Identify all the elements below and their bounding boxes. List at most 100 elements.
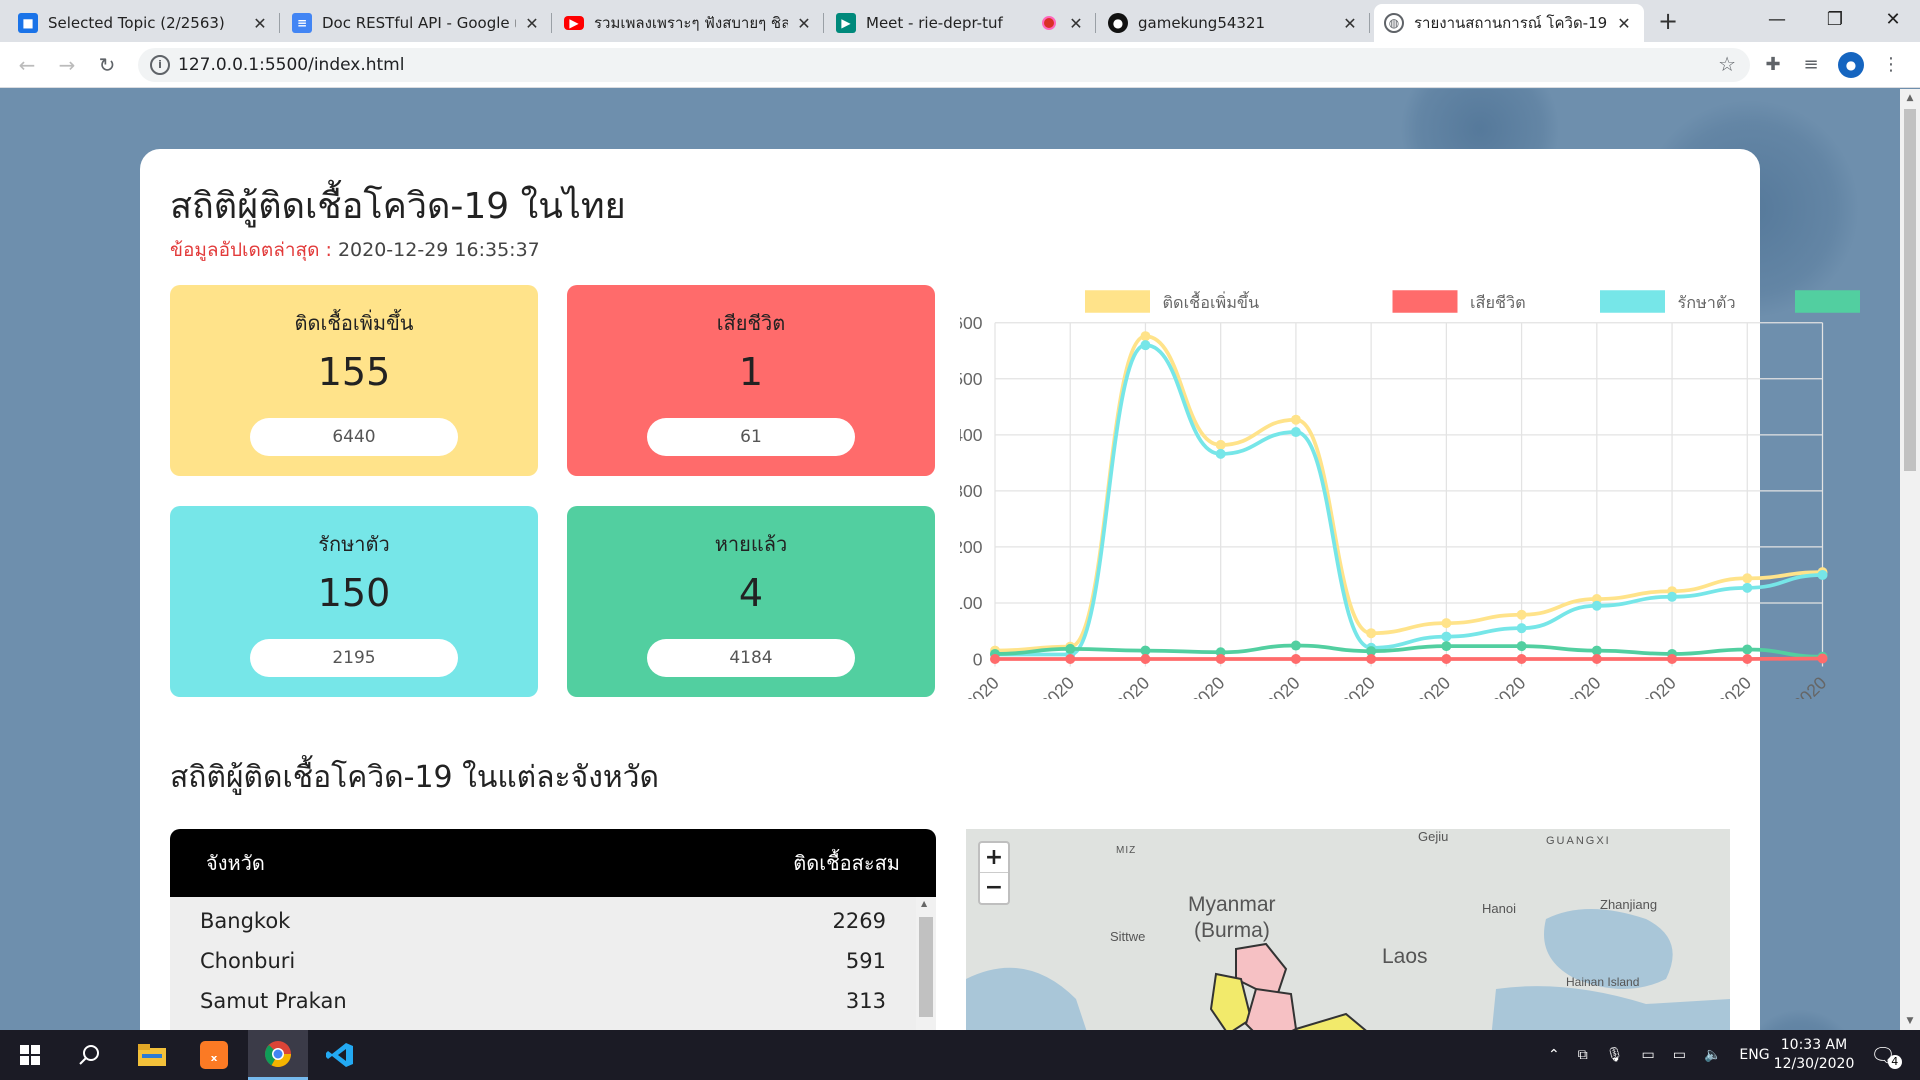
- province-section-title: สถิติผู้ติดเชื้อโควิด-19 ในแต่ละจังหวัด: [170, 760, 659, 795]
- search-icon[interactable]: [60, 1030, 120, 1080]
- tab-meet[interactable]: ▶ Meet - rie-depr-tuf ✕: [826, 4, 1096, 42]
- data-point: [1516, 641, 1527, 652]
- forward-button[interactable]: →: [52, 50, 82, 80]
- x-tick-label: 12/20/2020: [1077, 673, 1153, 699]
- tab-github[interactable]: ● gamekung54321 ✕: [1098, 4, 1370, 42]
- media-playlist-icon[interactable]: ≡: [1798, 52, 1824, 78]
- extensions-icon[interactable]: ✚: [1760, 52, 1786, 78]
- table-row[interactable]: Chonburi 591: [170, 941, 936, 981]
- data-point: [1065, 654, 1076, 664]
- thailand-map[interactable]: Gejiu GUANGXI Myanmar (Burma) Laos Hanoi…: [966, 829, 1730, 1030]
- scroll-down-arrow-icon[interactable]: ▼: [1904, 1016, 1916, 1026]
- profile-avatar[interactable]: ●: [1838, 52, 1864, 78]
- page-viewport: สถิติผู้ติดเชื้อโควิด-19 ในไทย ข้อมูลอัป…: [0, 89, 1900, 1030]
- microphone-icon[interactable]: 🎙: [1606, 1047, 1624, 1063]
- data-point: [1366, 654, 1377, 664]
- close-tab-icon[interactable]: ✕: [1340, 14, 1360, 33]
- tab-covid-report[interactable]: ◍ รายงานสถานการณ์ โควิด-19 ✕: [1374, 4, 1644, 42]
- province-table: จังหวัด ติดเชื้อสะสม Bangkok 2269 Chonbu…: [170, 829, 936, 1030]
- page-scrollbar-thumb[interactable]: [1904, 109, 1916, 471]
- legend-label: ติดเชื้อเพิ่มขึ้น: [1163, 291, 1260, 312]
- update-value: 2020-12-29 16:35:37: [337, 239, 540, 261]
- back-button[interactable]: ←: [12, 50, 42, 80]
- close-tab-icon[interactable]: ✕: [1614, 14, 1634, 33]
- series-line: [994, 343, 1823, 657]
- chrome-icon[interactable]: [248, 1030, 308, 1080]
- bookmark-star-icon[interactable]: ☆: [1718, 52, 1736, 76]
- data-point: [1441, 654, 1452, 664]
- classroom-icon: ■: [18, 13, 38, 33]
- address-bar[interactable]: i 127.0.0.1:5500/index.html ☆: [138, 48, 1750, 82]
- language-indicator[interactable]: ENG: [1739, 1047, 1769, 1063]
- stat-total: 4184: [647, 639, 855, 677]
- reload-button[interactable]: ↻: [92, 50, 122, 80]
- notification-count: 4: [1887, 1055, 1902, 1069]
- close-window-button[interactable]: ✕: [1864, 0, 1920, 42]
- stat-value: 155: [317, 350, 391, 394]
- zoom-out-button[interactable]: −: [980, 873, 1008, 903]
- data-point: [1742, 573, 1753, 584]
- table-row[interactable]: Samut Prakan 313: [170, 981, 936, 1021]
- series-line: [995, 656, 1823, 661]
- vscode-icon[interactable]: [310, 1030, 370, 1080]
- site-info-icon[interactable]: i: [150, 55, 170, 75]
- y-tick-label: 500: [960, 369, 983, 389]
- table-scrollbar[interactable]: ▲: [916, 897, 936, 1030]
- clock-date: 12/30/2020: [1773, 1056, 1855, 1072]
- recording-icon: [1042, 16, 1056, 30]
- data-point: [1290, 640, 1301, 651]
- menu-kebab-icon[interactable]: ⋮: [1878, 52, 1904, 78]
- camera-icon[interactable]: ⧉: [1578, 1047, 1588, 1063]
- chevron-up-icon[interactable]: ⌃: [1548, 1047, 1560, 1063]
- notification-center-button[interactable]: 🗨 4: [1866, 1030, 1906, 1080]
- data-point: [1667, 654, 1678, 664]
- battery-icon[interactable]: ▭: [1642, 1047, 1655, 1063]
- scroll-up-arrow-icon[interactable]: ▲: [921, 899, 927, 908]
- data-point: [1742, 582, 1753, 593]
- globe-icon: ◍: [1384, 13, 1404, 33]
- network-icon[interactable]: ▭: [1673, 1047, 1686, 1063]
- file-explorer-icon[interactable]: [122, 1030, 182, 1080]
- data-point: [1516, 623, 1527, 634]
- data-point: [1215, 654, 1226, 664]
- column-header-cumulative: ติดเชื้อสะสม: [793, 851, 900, 875]
- data-point: [990, 654, 1000, 664]
- daily-cases-line-chart: 010020030040050060012/18/202012/19/20201…: [960, 290, 1860, 699]
- zoom-in-button[interactable]: +: [980, 843, 1008, 873]
- table-row[interactable]: Bangkok 2269: [170, 901, 936, 941]
- tab-youtube[interactable]: ▶ รวมเพลงเพราะๆ ฟังสบายๆ ชิลๆ ✕: [554, 4, 824, 42]
- stat-value: 1: [738, 350, 764, 394]
- x-tick-label: 12/23/2020: [1303, 673, 1379, 699]
- data-point: [1290, 654, 1301, 664]
- map-zoom-control: + −: [978, 841, 1010, 905]
- stat-label: หายแล้ว: [714, 532, 788, 556]
- tab-title: รายงานสถานการณ์ โควิด-19: [1414, 14, 1608, 32]
- province-name: Chonburi: [200, 949, 296, 973]
- close-tab-icon[interactable]: ✕: [522, 14, 542, 33]
- close-tab-icon[interactable]: ✕: [1066, 14, 1086, 33]
- close-tab-icon[interactable]: ✕: [794, 14, 814, 33]
- windows-start-icon[interactable]: [0, 1030, 60, 1080]
- volume-icon[interactable]: 🔈: [1704, 1047, 1721, 1063]
- xampp-icon[interactable]: ₓ: [184, 1030, 244, 1080]
- scroll-up-arrow-icon[interactable]: ▲: [1904, 93, 1916, 103]
- data-point: [1667, 591, 1678, 602]
- map-label: Gejiu: [1418, 829, 1449, 844]
- data-point: [1140, 331, 1151, 342]
- legend-swatch: [1600, 290, 1665, 313]
- clock[interactable]: 10:33 AM 12/30/2020: [1773, 1030, 1855, 1080]
- minimize-button[interactable]: —: [1748, 0, 1806, 42]
- close-tab-icon[interactable]: ✕: [250, 14, 270, 33]
- tab-selected-topic[interactable]: ■ Selected Topic (2/2563) ✕: [8, 4, 280, 42]
- x-tick-label: 12/26/2020: [1529, 673, 1605, 699]
- data-point: [1516, 654, 1527, 664]
- tab-doc-restful[interactable]: ≡ Doc RESTful API - Google เอก ✕: [282, 4, 552, 42]
- x-tick-label: 12/22/2020: [1228, 673, 1304, 699]
- table-scrollbar-thumb[interactable]: [919, 917, 933, 1017]
- page-scrollbar[interactable]: ▲ ▼: [1900, 89, 1920, 1030]
- tab-title: Meet - rie-depr-tuf: [866, 14, 1003, 32]
- stat-total: 6440: [250, 418, 458, 456]
- x-tick-label: 12/19/2020: [1002, 673, 1078, 699]
- new-tab-button[interactable]: +: [1653, 6, 1683, 36]
- restore-button[interactable]: ❐: [1806, 0, 1864, 42]
